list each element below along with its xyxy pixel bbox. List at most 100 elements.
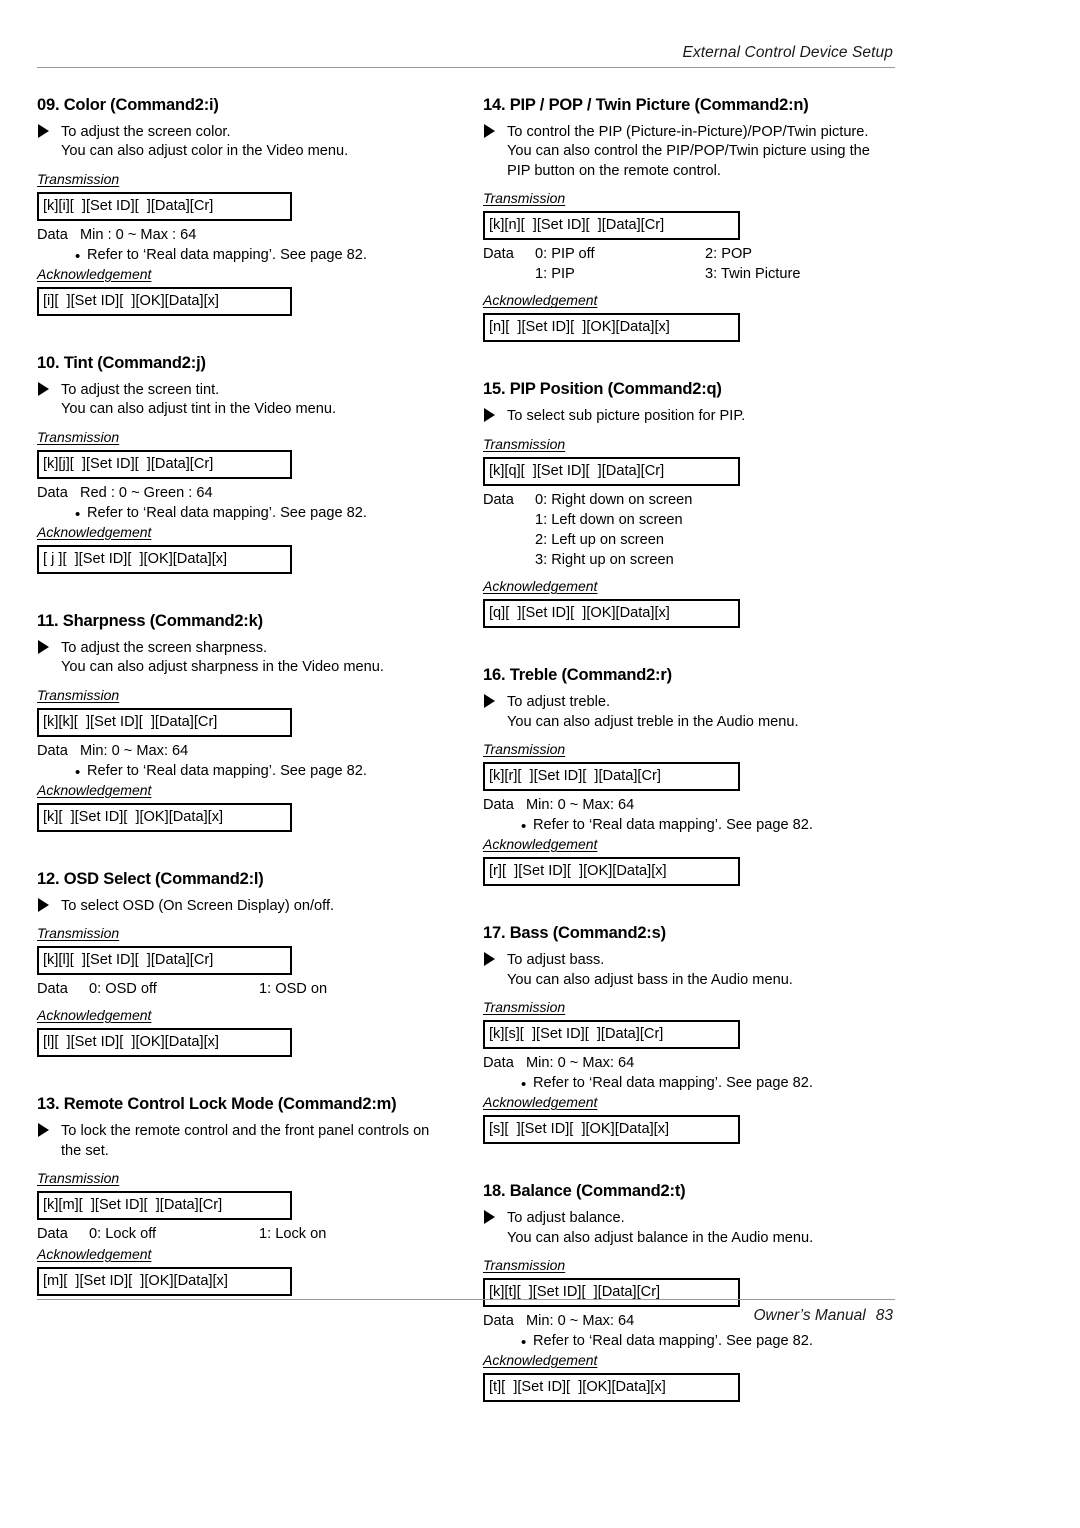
data-option: 0: Right down on screen xyxy=(535,491,693,508)
data-label: Data xyxy=(483,491,514,508)
data-label: Data xyxy=(483,246,514,263)
data-line: Data Red : 0 ~ Green : 64 xyxy=(37,483,477,503)
section-description: To select OSD (On Screen Display) on/off… xyxy=(37,897,477,916)
desc-line: To adjust bass. xyxy=(507,952,605,969)
data-mapping-note: • Refer to ‘Real data mapping’. See page … xyxy=(37,763,477,781)
section-description: To adjust balance. You can also adjust b… xyxy=(483,1209,923,1248)
desc-line: You can also adjust balance in the Audio… xyxy=(507,1229,814,1246)
data-options: Data 0: Right down on screen 1: Left dow… xyxy=(483,490,923,571)
section-description: To lock the remote control and the front… xyxy=(37,1122,477,1161)
data-label: Data xyxy=(37,484,68,501)
data-line: Data Min : 0 ~ Max : 64 xyxy=(37,225,477,245)
section-title: 18. Balance (Command2:t) xyxy=(483,1182,686,1201)
note-text: Refer to ‘Real data mapping’. See page 8… xyxy=(533,1075,813,1092)
acknowledgement-label: Acknowledgement xyxy=(483,578,598,595)
triangle-bullet-icon xyxy=(484,1210,495,1225)
bullet-icon: • xyxy=(75,763,81,781)
acknowledgement-label: Acknowledgement xyxy=(483,292,598,309)
page-footer: Owner’s Manual 83 xyxy=(37,1299,895,1325)
data-label: Data xyxy=(37,981,68,998)
header-divider xyxy=(37,67,895,68)
data-option: 1: PIP xyxy=(535,266,575,283)
transmission-label: Transmission xyxy=(483,741,566,758)
acknowledgement-command: [l][ ][Set ID][ ][OK][Data][x] xyxy=(37,1028,292,1058)
desc-line: You can also adjust treble in the Audio … xyxy=(507,713,799,730)
section-title: 09. Color (Command2:i) xyxy=(37,96,219,114)
transmission-label: Transmission xyxy=(483,190,566,207)
transmission-label: Transmission xyxy=(37,925,120,942)
section-title: 15. PIP Position (Command2:q) xyxy=(483,380,722,399)
acknowledgement-command: [ j ][ ][Set ID][ ][OK][Data][x] xyxy=(37,544,292,574)
bullet-icon: • xyxy=(521,1334,527,1352)
transmission-command: [k][i][ ][Set ID][ ][Data][Cr] xyxy=(37,191,292,221)
section-description: To adjust the screen tint. You can also … xyxy=(37,381,477,420)
data-label: Data xyxy=(483,797,514,814)
manual-label: Owner’s Manual xyxy=(753,1307,866,1324)
data-line: Data Min: 0 ~ Max: 64 xyxy=(483,795,923,815)
transmission-command: [k][j][ ][Set ID][ ][Data][Cr] xyxy=(37,449,292,479)
left-column: 09. Color (Command2:i) To adjust the scr… xyxy=(37,96,477,1300)
section-description: To adjust treble. You can also adjust tr… xyxy=(483,693,923,732)
section-osd-select: 12. OSD Select (Command2:l) To select OS… xyxy=(37,870,477,1058)
transmission-command: [k][k][ ][Set ID][ ][Data][Cr] xyxy=(37,707,292,737)
data-mapping-note: • Refer to ‘Real data mapping’. See page … xyxy=(37,505,477,522)
desc-line: PIP button on the remote control. xyxy=(507,162,721,179)
bullet-icon: • xyxy=(75,247,81,265)
section-title: 14. PIP / POP / Twin Picture (Command2:n… xyxy=(483,96,809,114)
desc-line: To adjust treble. xyxy=(507,694,611,711)
footer-divider xyxy=(37,1299,895,1300)
transmission-label: Transmission xyxy=(483,1257,566,1274)
data-option: 2: Left up on screen xyxy=(535,532,664,549)
acknowledgement-label: Acknowledgement xyxy=(37,781,152,798)
section-color: 09. Color (Command2:i) To adjust the scr… xyxy=(37,96,477,316)
data-value: Red : 0 ~ Green : 64 xyxy=(80,484,213,501)
note-text: Refer to ‘Real data mapping’. See page 8… xyxy=(87,246,367,263)
transmission-label: Transmission xyxy=(37,428,120,445)
section-description: To adjust the screen color. You can also… xyxy=(37,123,477,162)
section-title: 11. Sharpness (Command2:k) xyxy=(37,611,263,630)
data-label: Data xyxy=(37,1226,68,1243)
note-text: Refer to ‘Real data mapping’. See page 8… xyxy=(533,1333,813,1350)
acknowledgement-command: [n][ ][Set ID][ ][OK][Data][x] xyxy=(483,313,740,343)
transmission-command: [k][r][ ][Set ID][ ][Data][Cr] xyxy=(483,762,740,792)
acknowledgement-command: [t][ ][Set ID][ ][OK][Data][x] xyxy=(483,1373,740,1403)
triangle-bullet-icon xyxy=(484,952,495,967)
transmission-label: Transmission xyxy=(483,435,566,452)
data-option: 3: Twin Picture xyxy=(705,266,801,283)
data-label: Data xyxy=(37,742,68,759)
triangle-bullet-icon xyxy=(38,1123,49,1138)
desc-line: You can also adjust color in the Video m… xyxy=(61,143,349,160)
transmission-command: [k][m][ ][Set ID][ ][Data][Cr] xyxy=(37,1191,292,1221)
data-mapping-note: • Refer to ‘Real data mapping’. See page … xyxy=(483,817,923,836)
desc-line: To adjust balance. xyxy=(507,1210,625,1227)
acknowledgement-command: [k][ ][Set ID][ ][OK][Data][x] xyxy=(37,802,292,832)
desc-line: To select OSD (On Screen Display) on/off… xyxy=(61,897,335,914)
data-option: 3: Right up on screen xyxy=(535,552,674,569)
triangle-bullet-icon xyxy=(484,694,495,709)
data-label: Data xyxy=(37,226,68,243)
desc-line: You can also adjust tint in the Video me… xyxy=(61,401,337,418)
data-value: Min : 0 ~ Max : 64 xyxy=(80,226,197,243)
data-mapping-note: • Refer to ‘Real data mapping’. See page … xyxy=(37,246,477,265)
transmission-label: Transmission xyxy=(37,1170,120,1187)
section-title: 17. Bass (Command2:s) xyxy=(483,924,666,943)
data-option: 0: OSD off xyxy=(89,981,157,998)
page-number: 83 xyxy=(875,1307,893,1324)
data-options: Data 0: OSD off 1: OSD on xyxy=(37,979,477,999)
desc-line: the set. xyxy=(61,1142,109,1159)
transmission-command: [k][l][ ][Set ID][ ][Data][Cr] xyxy=(37,946,292,976)
bullet-icon: • xyxy=(521,1076,527,1094)
section-description: To select sub picture position for PIP. xyxy=(483,407,923,426)
acknowledgement-command: [m][ ][Set ID][ ][OK][Data][x] xyxy=(37,1267,292,1297)
triangle-bullet-icon xyxy=(38,897,49,912)
data-value: Min: 0 ~ Max: 64 xyxy=(526,797,635,814)
data-options: Data 0: PIP off 2: POP 1: PIP 3: Twin Pi… xyxy=(483,244,923,284)
bullet-icon: • xyxy=(521,818,527,836)
